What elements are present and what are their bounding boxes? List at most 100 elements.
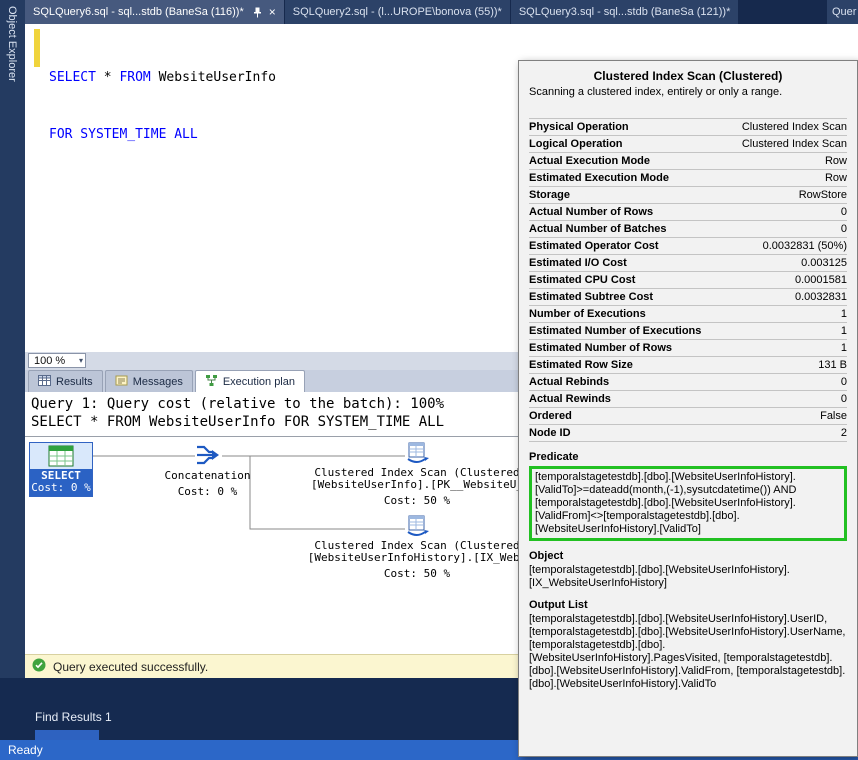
sql-line-2: FOR SYSTEM_TIME ALL	[49, 125, 276, 144]
find-results-window-stub	[35, 730, 99, 740]
tooltip-property-row: Logical OperationClustered Index Scan	[529, 136, 847, 153]
tab-results[interactable]: Results	[28, 370, 103, 392]
close-icon[interactable]: ×	[269, 6, 276, 18]
property-label: Actual Rebinds	[529, 376, 609, 389]
sql-line-1: SELECT * FROM WebsiteUserInfo	[49, 68, 276, 87]
find-results-label[interactable]: Find Results 1	[35, 710, 112, 724]
operator-tooltip: Clustered Index Scan (Clustered) Scannin…	[518, 60, 858, 757]
tab-execution-plan[interactable]: Execution plan	[195, 370, 305, 392]
zoom-value: 100 %	[34, 355, 65, 367]
tab-sqlquery6[interactable]: SQLQuery6.sql - sql...stdb (BaneSa (116)…	[25, 0, 284, 24]
success-check-icon	[32, 658, 46, 675]
tab-sqlquery3[interactable]: SQLQuery3.sql - sql...stdb (BaneSa (121)…	[511, 0, 739, 24]
plan-query-header: Query 1: Query cost (relative to the bat…	[31, 396, 444, 412]
property-value: 0	[841, 206, 847, 219]
output-list-text: [temporalstagetestdb].[dbo].[WebsiteUser…	[529, 613, 847, 691]
tab-label: Quer	[832, 6, 856, 18]
property-label: Storage	[529, 189, 570, 202]
zoom-dropdown[interactable]: 100 % ▾	[28, 353, 86, 368]
tab-results-label: Results	[56, 376, 93, 388]
sql-keyword: SELECT	[49, 70, 96, 85]
object-heading: Object	[529, 550, 847, 562]
property-label: Estimated Execution Mode	[529, 172, 669, 185]
plan-node-clustered-index-scan-bottom[interactable]: Clustered Index Scan (Clustered [Website…	[297, 515, 537, 580]
tab-execution-plan-label: Execution plan	[223, 376, 295, 388]
node-cost: Cost: 50 %	[384, 495, 450, 507]
property-value: Row	[825, 172, 847, 185]
property-label: Estimated Number of Executions	[529, 325, 701, 338]
tooltip-property-row: Actual Rewinds0	[529, 391, 847, 408]
sql-keyword: FROM	[119, 70, 150, 85]
property-value: 2	[841, 427, 847, 440]
tooltip-property-row: Estimated CPU Cost0.0001581	[529, 272, 847, 289]
property-value: 0	[841, 376, 847, 389]
property-value: 0.0032831	[795, 291, 847, 304]
property-label: Estimated Subtree Cost	[529, 291, 653, 304]
property-label: Actual Execution Mode	[529, 155, 650, 168]
property-value: 1	[841, 325, 847, 338]
tooltip-property-row: Estimated Subtree Cost 0.0032831	[529, 289, 847, 306]
node-object: [WebsiteUserInfoHistory].[IX_Webs	[308, 552, 527, 564]
document-tab-bar: SQLQuery6.sql - sql...stdb (BaneSa (116)…	[25, 0, 858, 24]
tab-label: SQLQuery6.sql - sql...stdb (BaneSa (116)…	[33, 6, 244, 18]
concatenation-icon	[196, 443, 220, 470]
object-text: [temporalstagetestdb].[dbo].[WebsiteUser…	[529, 564, 847, 590]
property-label: Actual Number of Rows	[529, 206, 653, 219]
select-result-icon	[30, 443, 92, 469]
tooltip-property-row: Actual Number of Rows 0	[529, 204, 847, 221]
success-message: Query executed successfully.	[53, 660, 208, 674]
property-label: Number of Executions	[529, 308, 646, 321]
node-cost: Cost: 50 %	[384, 568, 450, 580]
property-value: 1	[841, 308, 847, 321]
property-value: Clustered Index Scan	[742, 138, 847, 151]
predicate-heading: Predicate	[529, 451, 847, 463]
predicate-text: [temporalstagetestdb].[dbo].[WebsiteUser…	[535, 471, 796, 535]
tooltip-property-row: Estimated Execution Mode Row	[529, 170, 847, 187]
chevron-down-icon: ▾	[79, 356, 83, 365]
property-value: 1	[841, 342, 847, 355]
node-title: Concatenation	[164, 470, 250, 482]
plan-node-select[interactable]: SELECT Cost: 0 %	[29, 442, 93, 497]
tab-messages[interactable]: Messages	[105, 370, 193, 392]
object-explorer-label: Object Explorer	[6, 0, 18, 82]
modified-lines-indicator	[34, 29, 40, 67]
plan-node-concatenation[interactable]: Concatenation Cost: 0 %	[150, 443, 265, 498]
property-value: 0	[841, 223, 847, 236]
status-ready-label: Ready	[8, 743, 43, 757]
output-list-heading: Output List	[529, 599, 847, 611]
property-value: RowStore	[799, 189, 847, 202]
tab-sqlquery2[interactable]: SQLQuery2.sql - (l...UROPE\bonova (55))*	[285, 0, 510, 24]
tooltip-property-row: Actual Execution Mode Row	[529, 153, 847, 170]
results-grid-icon	[38, 374, 51, 390]
tooltip-property-row: Physical OperationClustered Index Scan	[529, 119, 847, 136]
tooltip-property-row: Estimated Number of Rows1	[529, 340, 847, 357]
tab-label: SQLQuery2.sql - (l...UROPE\bonova (55))*	[293, 6, 502, 18]
node-cost: Cost: 0 %	[178, 486, 238, 498]
property-value: Row	[825, 155, 847, 168]
tooltip-property-row: OrderedFalse	[529, 408, 847, 425]
property-label: Node ID	[529, 427, 571, 440]
tooltip-title: Clustered Index Scan (Clustered)	[529, 69, 847, 83]
property-value: 0.003125	[801, 257, 847, 270]
property-label: Estimated Operator Cost	[529, 240, 659, 253]
object-explorer-collapsed-tab[interactable]: Object Explorer	[0, 0, 25, 740]
sql-identifier: WebsiteUserInfo	[151, 70, 276, 85]
tab-messages-label: Messages	[133, 376, 183, 388]
property-label: Actual Rewinds	[529, 393, 611, 406]
node-cost: Cost: 0 %	[30, 482, 92, 494]
property-value: Clustered Index Scan	[742, 121, 847, 134]
property-label: Actual Number of Batches	[529, 223, 667, 236]
plan-query-text: SELECT * FROM WebsiteUserInfo FOR SYSTEM…	[31, 414, 444, 430]
plan-node-clustered-index-scan-top[interactable]: Clustered Index Scan (Clustered [Website…	[297, 442, 537, 507]
ssms-window: Object Explorer SQLQuery6.sql - sql...st…	[0, 0, 858, 760]
tooltip-property-row: Number of Executions 1	[529, 306, 847, 323]
tooltip-property-row: Node ID 2	[529, 425, 847, 442]
property-value: False	[820, 410, 847, 423]
clustered-index-scan-icon	[405, 442, 429, 467]
sql-text: *	[96, 70, 119, 85]
messages-icon	[115, 374, 128, 390]
tooltip-property-row: Estimated Number of Executions 1	[529, 323, 847, 340]
pin-icon[interactable]	[253, 7, 262, 18]
tooltip-property-row: Actual Number of Batches 0	[529, 221, 847, 238]
tab-partial[interactable]: Quer	[827, 0, 858, 24]
